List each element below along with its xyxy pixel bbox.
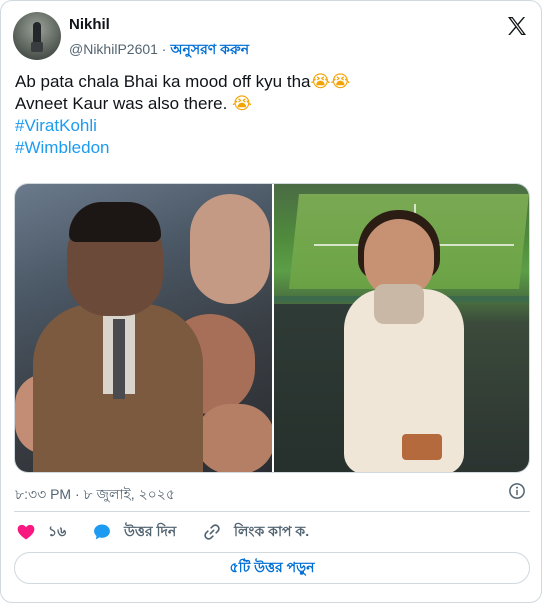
follow-link[interactable]: অনুসরণ করুন	[170, 41, 249, 57]
reply-label: উত্তর দিন	[124, 523, 177, 539]
copy-link-label: লিংক কাপ ক.	[234, 523, 310, 539]
hashtag-link[interactable]: #Wimbledon	[15, 137, 525, 159]
tweet-timestamp[interactable]: ৮:৩৩ PM · ৮ জুলাই, ২০২৫	[15, 483, 175, 507]
crowd-face	[190, 194, 270, 304]
copy-link-button[interactable]: লিংক কাপ ক.	[202, 519, 309, 545]
reply-button[interactable]: উত্তর দিন	[92, 519, 176, 545]
crying-emoji-icon: 😭😭	[310, 72, 351, 92]
avatar[interactable]	[13, 12, 61, 60]
tweet-embed-card: Nikhil @NikhilP2601 · অনুসরণ করুন Ab pat…	[0, 0, 542, 603]
virat-kohli-photo[interactable]	[15, 184, 275, 472]
crowd-face	[195, 404, 275, 472]
crying-emoji-icon: 😭	[232, 94, 252, 114]
divider	[14, 511, 530, 512]
tweet-header: Nikhil @NikhilP2601 · অনুসরণ করুন	[13, 12, 531, 60]
like-button[interactable]: ১৬	[16, 519, 66, 545]
info-icon[interactable]	[508, 482, 526, 500]
avneet-kaur-photo[interactable]	[274, 184, 529, 472]
tweet-line-1-text: Ab pata chala Bhai ka mood off kyu tha	[15, 72, 311, 91]
subject-hair	[69, 202, 161, 242]
read-replies-button[interactable]: ৫টি উত্তর পড়ুন	[14, 552, 530, 584]
heart-icon	[17, 524, 35, 540]
neck-scarf	[374, 284, 424, 324]
speech-bubble-icon	[94, 524, 110, 540]
tweet-line-1: Ab pata chala Bhai ka mood off kyu tha😭😭	[15, 71, 525, 93]
author-name[interactable]: Nikhil	[69, 16, 110, 33]
like-count: ১৬	[48, 523, 67, 539]
author-handle-row: @NikhilP2601 · অনুসরণ করুন	[69, 38, 249, 62]
tie	[113, 319, 125, 399]
tweet-line-2-text: Avneet Kaur was also there.	[15, 94, 233, 113]
tweet-actions: ১৬ উত্তর দিন লিংক কাপ ক.	[14, 519, 530, 545]
tweet-line-2: Avneet Kaur was also there. 😭	[15, 93, 525, 115]
link-icon	[204, 524, 220, 540]
hashtag-link[interactable]: #ViratKohli	[15, 115, 525, 137]
x-logo-icon[interactable]	[505, 14, 529, 38]
tweet-media[interactable]	[14, 183, 530, 473]
handbag	[402, 434, 442, 460]
tweet-text: Ab pata chala Bhai ka mood off kyu tha😭😭…	[15, 71, 525, 159]
handle-separator: ·	[157, 41, 171, 57]
avatar-figure-base	[31, 42, 43, 52]
author-handle[interactable]: @NikhilP2601	[69, 41, 158, 57]
